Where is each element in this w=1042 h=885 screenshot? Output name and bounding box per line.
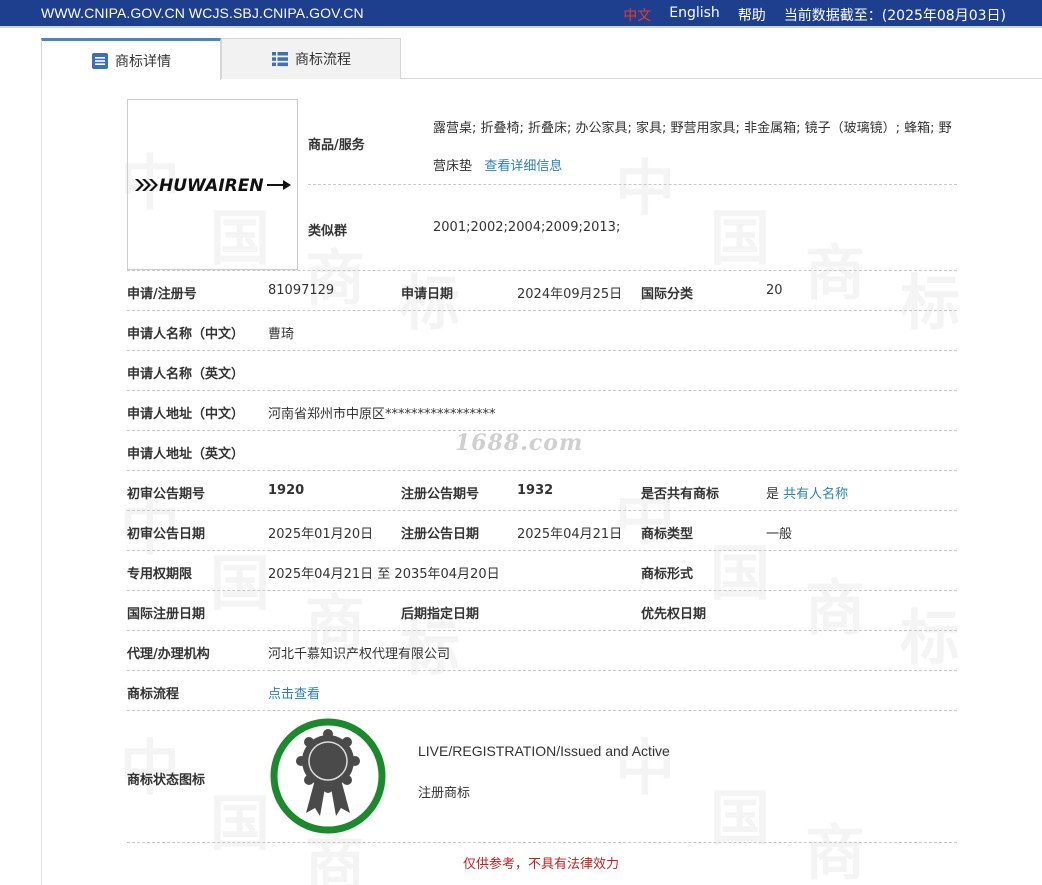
divider (127, 390, 957, 391)
divider (127, 510, 957, 511)
lang-en-link[interactable]: English (669, 5, 720, 25)
status-label: 商标状态图标 (127, 773, 206, 788)
divider (127, 310, 957, 311)
divider (127, 350, 957, 351)
divider (308, 184, 957, 185)
trademark-logo-text: HUWAIREN (159, 176, 264, 196)
tm-type-value: 一般 (766, 527, 793, 542)
status-cn: 注册商标 (418, 786, 471, 801)
data-date: 当前数据截至：(2025年08月03日) (783, 8, 1006, 24)
shared-value: 是 共有人名称 (766, 483, 848, 502)
reg-pub-date-value: 2025年04月21日 (517, 527, 623, 542)
prelim-no-value: 1920 (268, 483, 305, 498)
tab-label: 商标详情 (115, 53, 171, 70)
agent-label: 代理/办理机构 (127, 647, 210, 662)
help-link[interactable]: 帮助 (738, 5, 766, 25)
trademark-image: HUWAIREN (127, 99, 298, 270)
applicant-en-label: 申请人名称（英文） (127, 367, 245, 382)
site-links[interactable]: WWW.CNIPA.GOV.CN WCJS.SBJ.CNIPA.GOV.CN (41, 5, 364, 21)
apply-date-label: 申请日期 (401, 287, 454, 302)
flow-view-link[interactable]: 点击查看 (268, 683, 320, 702)
reg-pub-no-value: 1932 (517, 483, 554, 498)
intl-reg-date-label: 国际注册日期 (127, 607, 206, 622)
document-list-icon (91, 52, 109, 70)
reg-pub-no-label: 注册公告期号 (401, 487, 480, 502)
divider (127, 630, 957, 631)
divider (127, 550, 957, 551)
intl-class-label: 国际分类 (641, 287, 694, 302)
shared-label: 是否共有商标 (641, 487, 720, 502)
top-bar: WWW.CNIPA.GOV.CN WCJS.SBJ.CNIPA.GOV.CN 中… (0, 0, 1042, 28)
disclaimer: 仅供参考，不具有法律效力 (462, 857, 619, 872)
similar-group-value: 2001;2002;2004;2009;2013; (433, 220, 621, 235)
tm-type-label: 商标类型 (641, 527, 694, 542)
exclusive-label: 专用权期限 (127, 567, 193, 582)
list-icon (271, 50, 289, 68)
tm-form-label: 商标形式 (641, 567, 694, 582)
address-en-label: 申请人地址（英文） (127, 447, 245, 462)
apply-date-value: 2024年09月25日 (517, 287, 623, 302)
lang-zh-link[interactable]: 中文 (623, 5, 651, 25)
shared-yes: 是 (766, 487, 780, 502)
goods-label: 商品/服务 (308, 138, 365, 153)
divider (127, 470, 957, 471)
status-en: LIVE/REGISTRATION/Issued and Active (418, 743, 670, 759)
intl-class-value: 20 (766, 283, 783, 298)
agent-value: 河北千慕知识产权代理有限公司 (268, 647, 451, 662)
co-owner-link[interactable]: 共有人名称 (783, 487, 848, 502)
prelim-date-label: 初审公告日期 (127, 527, 206, 542)
applicant-cn-label: 申请人名称（中文） (127, 327, 245, 342)
address-cn-value: 河南省郑州市中原区***************** (268, 407, 496, 422)
registered-badge-icon (268, 716, 388, 836)
goods-value: 露营桌; 折叠椅; 折叠床; 办公家具; 家具; 野营用家具; 非金属箱; 镜子… (433, 110, 953, 186)
prelim-no-label: 初审公告期号 (127, 487, 206, 502)
tab-bar: 商标详情 商标流程 (41, 38, 1042, 80)
tab-label: 商标流程 (295, 52, 351, 68)
reg-pub-date-label: 注册公告日期 (401, 527, 480, 542)
reg-no-value: 81097129 (268, 283, 335, 298)
divider (127, 270, 957, 271)
address-cn-label: 申请人地址（中文） (127, 407, 245, 422)
priority-date-label: 优先权日期 (641, 607, 707, 622)
divider (127, 590, 957, 591)
later-date-label: 后期指定日期 (401, 607, 480, 622)
flow-label: 商标流程 (127, 687, 180, 702)
reg-no-label: 申请/注册号 (127, 287, 197, 302)
top-bar-right: 中文 English 帮助 当前数据截至：(2025年08月03日) (623, 5, 1006, 25)
applicant-cn-value: 曹琦 (268, 327, 295, 342)
prelim-date-value: 2025年01月20日 (268, 527, 374, 542)
divider (127, 842, 957, 843)
watermark-site: 1688.com (455, 430, 584, 456)
divider (127, 670, 957, 671)
exclusive-value: 2025年04月21日 至 2035年04月20日 (268, 567, 500, 582)
trademark-logo: HUWAIREN (134, 176, 291, 196)
similar-group-label: 类似群 (308, 224, 348, 239)
goods-detail-link[interactable]: 查看详细信息 (484, 159, 562, 174)
divider (127, 710, 957, 711)
tab-trademark-flow[interactable]: 商标流程 (221, 38, 401, 79)
tab-trademark-detail[interactable]: 商标详情 (41, 38, 221, 80)
